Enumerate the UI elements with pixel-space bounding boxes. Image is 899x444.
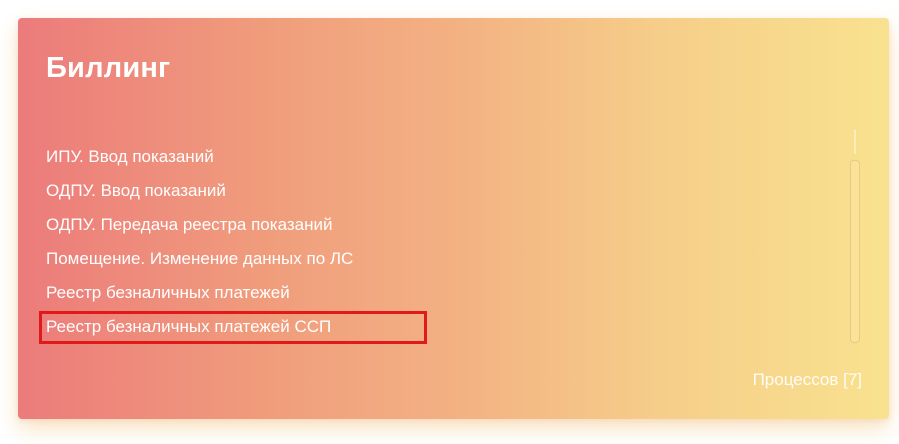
scrollbar[interactable] bbox=[850, 130, 860, 345]
process-count-link[interactable]: Процессов [7] bbox=[753, 370, 862, 390]
process-item-premises-account-change[interactable]: Помещение. Изменение данных по ЛС bbox=[46, 242, 353, 276]
billing-card: Биллинг ИПУ. Ввод показаний ОДПУ. Ввод п… bbox=[18, 18, 889, 419]
scrollbar-cap bbox=[854, 130, 856, 154]
page: Биллинг ИПУ. Ввод показаний ОДПУ. Ввод п… bbox=[0, 0, 899, 444]
scrollbar-thumb[interactable] bbox=[850, 160, 860, 343]
process-item-ipu-input[interactable]: ИПУ. Ввод показаний bbox=[46, 140, 353, 174]
process-item-cashless-payments-registry[interactable]: Реестр безналичных платежей bbox=[46, 276, 353, 310]
process-item-odpu-input[interactable]: ОДПУ. Ввод показаний bbox=[46, 174, 353, 208]
process-list: ИПУ. Ввод показаний ОДПУ. Ввод показаний… bbox=[39, 140, 427, 344]
process-item-odpu-registry-transfer[interactable]: ОДПУ. Передача реестра показаний bbox=[46, 208, 353, 242]
process-item-cashless-payments-registry-ssp[interactable]: Реестр безналичных платежей ССП bbox=[39, 310, 427, 344]
process-item-label: Реестр безналичных платежей ССП bbox=[46, 317, 332, 336]
card-title: Биллинг bbox=[46, 52, 171, 84]
